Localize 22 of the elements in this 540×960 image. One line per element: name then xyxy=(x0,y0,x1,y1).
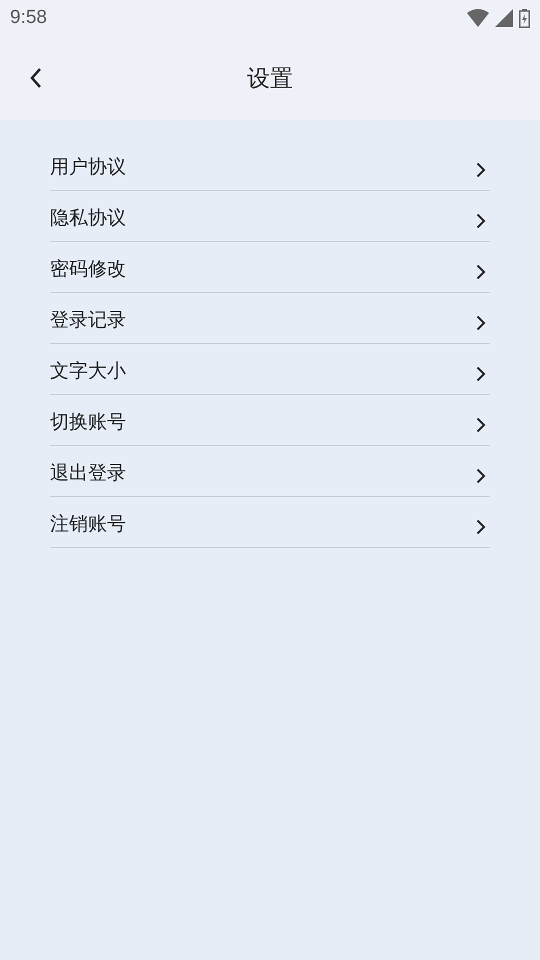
chevron-icon xyxy=(476,213,486,229)
settings-item[interactable]: 用户协议 xyxy=(50,140,490,191)
signal-icon xyxy=(495,9,513,27)
battery-icon xyxy=(519,8,530,28)
chevron-icon xyxy=(476,468,486,484)
chevron-icon xyxy=(476,519,486,535)
chevron-icon xyxy=(476,264,486,280)
settings-item[interactable]: 切换账号 xyxy=(50,395,490,446)
chevron-icon xyxy=(476,315,486,331)
settings-item[interactable]: 文字大小 xyxy=(50,344,490,395)
settings-item[interactable]: 退出登录 xyxy=(50,446,490,497)
wifi-icon xyxy=(467,9,489,27)
settings-item[interactable]: 密码修改 xyxy=(50,242,490,293)
chevron-icon xyxy=(476,162,486,178)
status-time: 9:58 xyxy=(10,7,47,29)
settings-item[interactable]: 注销账号 xyxy=(50,497,490,548)
chevron-icon xyxy=(476,366,486,382)
chevron-icon xyxy=(476,417,486,433)
settings-item[interactable]: 登录记录 xyxy=(50,293,490,344)
settings-item[interactable]: 隐私协议 xyxy=(50,191,490,242)
page-title: 设置 xyxy=(247,64,293,94)
back-icon xyxy=(29,67,43,89)
